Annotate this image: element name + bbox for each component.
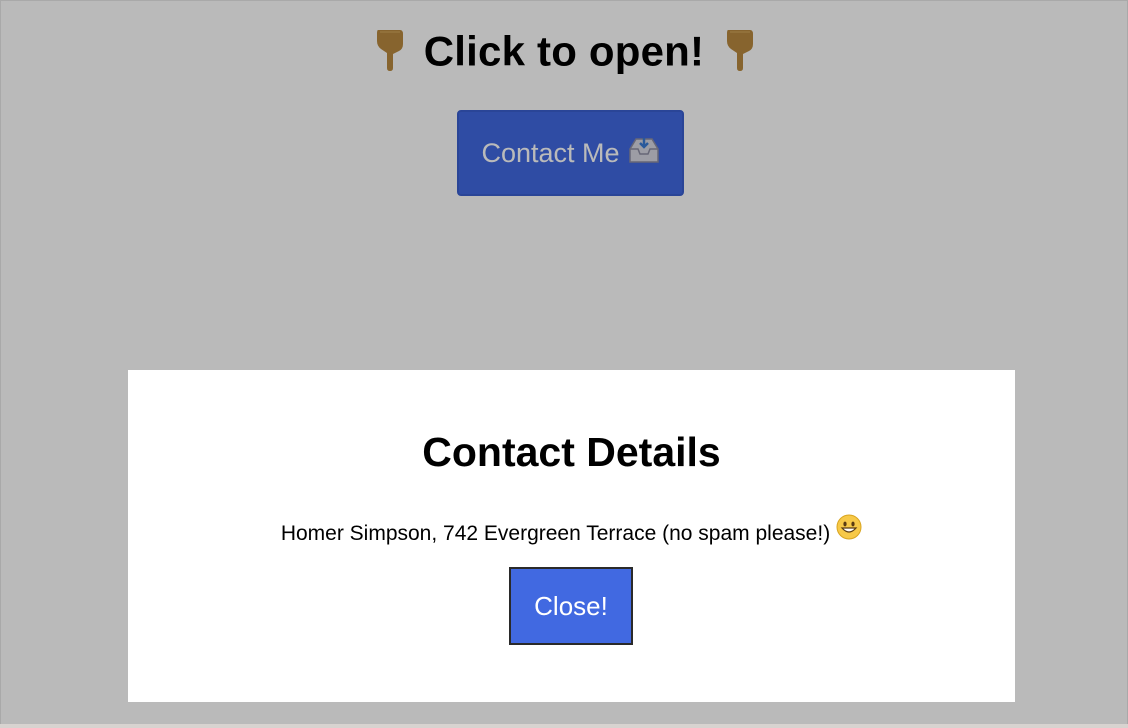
modal-text: Homer Simpson, 742 Evergreen Terrace (no… [128,476,1015,554]
bottom-border [0,724,1128,728]
modal-title: Contact Details [422,429,721,475]
close-button[interactable]: Close! [509,567,633,645]
contact-details-modal: Contact Details Homer Simpson, 742 Everg… [128,370,1015,702]
modal-overlay[interactable]: Contact Details Homer Simpson, 742 Everg… [0,0,1128,728]
grinning-face-icon [836,514,862,554]
contact-address: Homer Simpson, 742 Evergreen Terrace (no… [280,522,831,545]
